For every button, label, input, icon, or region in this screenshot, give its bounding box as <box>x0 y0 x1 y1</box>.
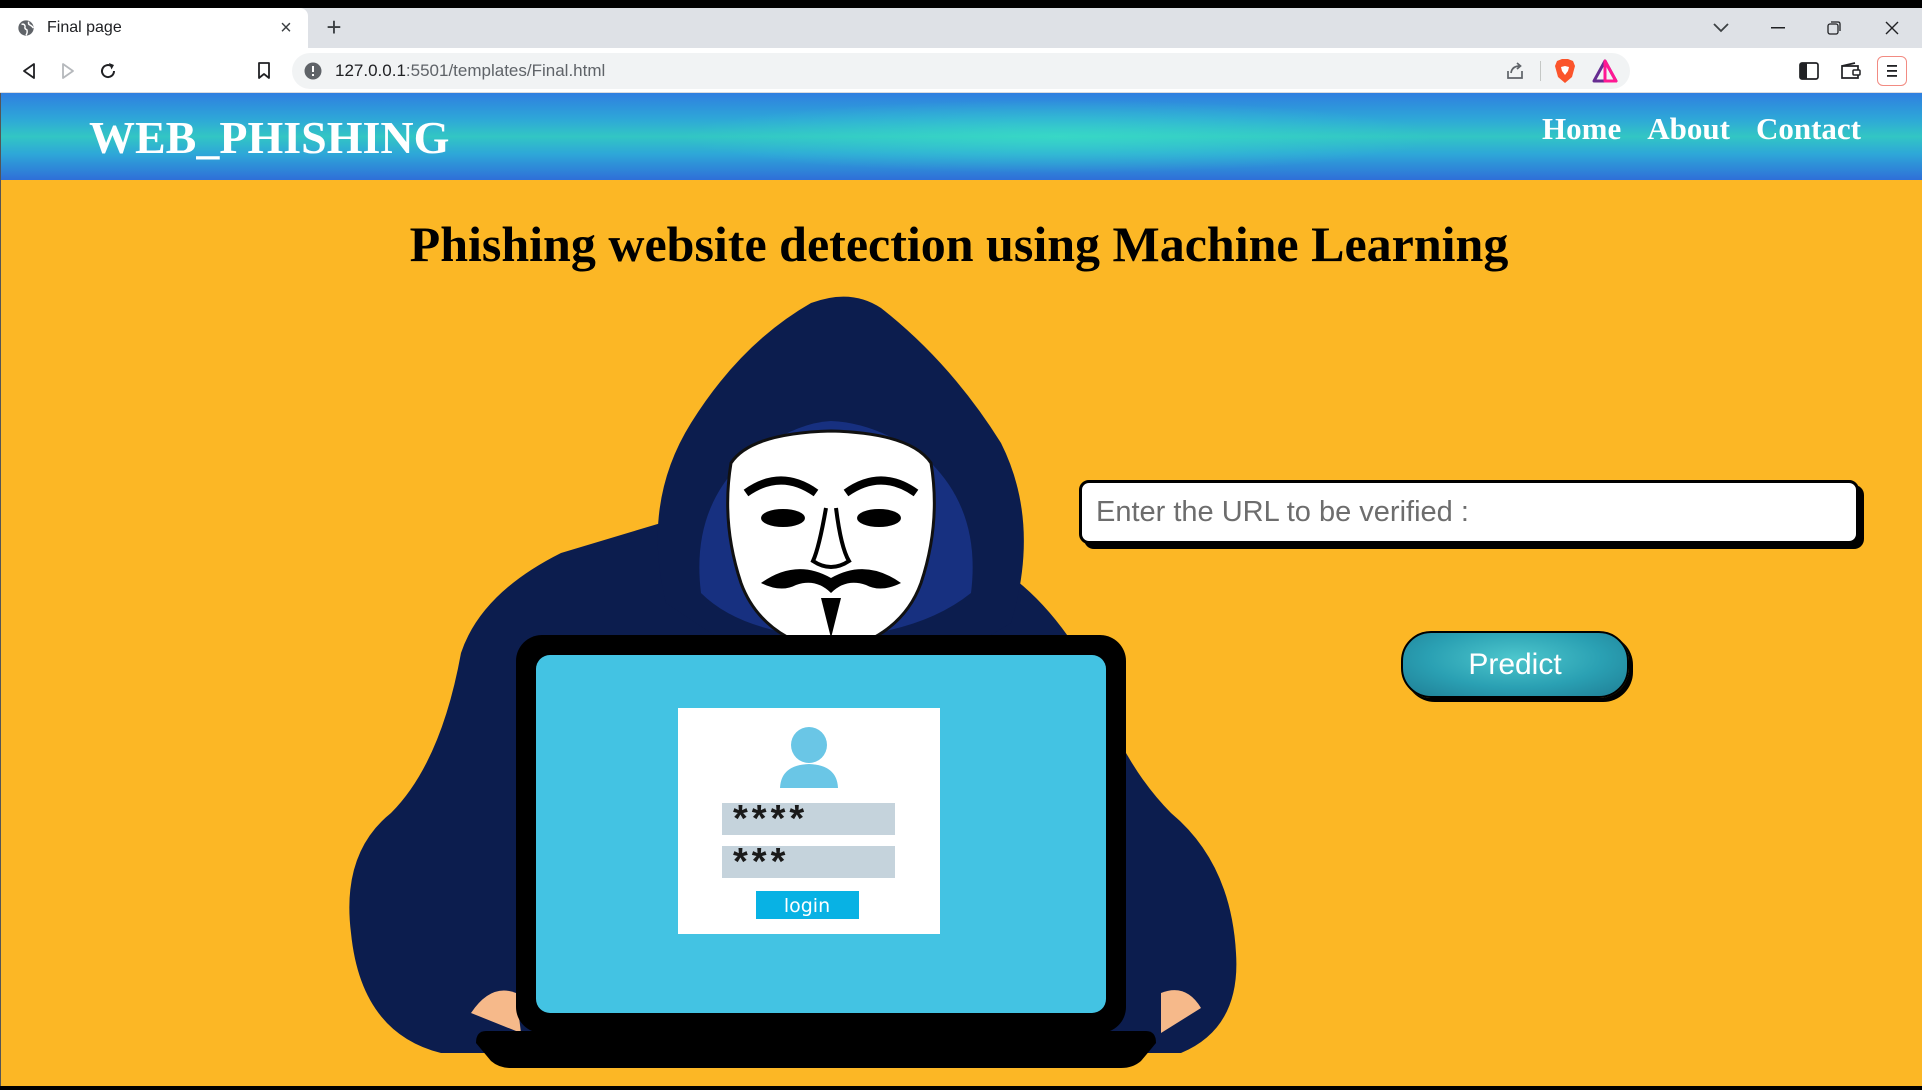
wallet-icon <box>1841 62 1861 79</box>
restore-button[interactable] <box>1806 8 1862 48</box>
login-label: login <box>784 895 830 917</box>
restore-icon <box>1827 21 1841 35</box>
password-mask-1: **** <box>733 798 808 840</box>
predict-button[interactable]: Predict <box>1401 631 1629 698</box>
tab-close-icon[interactable]: × <box>276 18 296 38</box>
bookmark-icon <box>258 62 270 79</box>
minimize-icon <box>1771 27 1785 29</box>
globe-icon <box>18 20 34 36</box>
main-menu-button[interactable] <box>1877 56 1907 86</box>
site-brand[interactable]: WEB_PHISHING <box>89 111 449 164</box>
brave-rewards-icon[interactable] <box>1592 59 1618 83</box>
brave-shield-icon[interactable] <box>1553 58 1577 84</box>
back-button[interactable] <box>14 56 44 86</box>
address-bar[interactable]: 127.0.0.1:5501/templates/Final.html <box>292 53 1630 89</box>
hacker-illustration: **** *** login <box>349 296 1237 1068</box>
url-input[interactable] <box>1079 480 1859 544</box>
sidebar-button[interactable] <box>1794 56 1824 86</box>
menu-icon <box>1887 65 1897 77</box>
forward-arrow-icon <box>62 63 74 79</box>
nav-home-link[interactable]: Home <box>1542 111 1621 147</box>
bookmark-button[interactable] <box>249 56 279 86</box>
headline-text: Phishing website detection using Machine… <box>409 216 1509 272</box>
browser-tab[interactable]: Final page × <box>0 8 308 48</box>
share-icon[interactable] <box>1504 60 1526 82</box>
back-arrow-icon <box>23 63 35 79</box>
close-icon <box>1885 21 1899 35</box>
tab-strip: Final page × + <box>0 8 1922 48</box>
info-icon <box>304 62 322 80</box>
omnibox-separator <box>1540 61 1541 81</box>
close-window-button[interactable] <box>1864 8 1920 48</box>
url-host: 127.0.0.1 <box>335 61 406 80</box>
browser-toolbar: 127.0.0.1:5501/templates/Final.html <box>0 48 1922 93</box>
wallet-button[interactable] <box>1836 56 1866 86</box>
page-headline: Phishing website detection using Machine… <box>1 215 1922 273</box>
nav-links: Home About Contact <box>1542 111 1861 147</box>
nav-about-link[interactable]: About <box>1647 111 1730 147</box>
tab-search-button[interactable] <box>1693 8 1749 48</box>
tab-title: Final page <box>47 19 122 36</box>
laptop-base <box>476 1031 1156 1068</box>
reload-button[interactable] <box>93 56 123 86</box>
reload-icon <box>101 63 116 79</box>
site-navbar: WEB_PHISHING Home About Contact <box>1 93 1922 180</box>
page-viewport: WEB_PHISHING Home About Contact Phishing… <box>0 93 1922 1086</box>
url-text: 127.0.0.1:5501/templates/Final.html <box>335 61 605 81</box>
new-tab-button[interactable]: + <box>320 14 348 42</box>
password-mask-2: *** <box>733 841 789 883</box>
chevron-down-icon <box>1713 23 1729 33</box>
url-path: :5501/templates/Final.html <box>405 61 606 80</box>
forward-button[interactable] <box>53 56 83 86</box>
sidebar-icon <box>1799 62 1819 80</box>
minimize-button[interactable] <box>1750 8 1806 48</box>
nav-contact-link[interactable]: Contact <box>1756 111 1861 147</box>
